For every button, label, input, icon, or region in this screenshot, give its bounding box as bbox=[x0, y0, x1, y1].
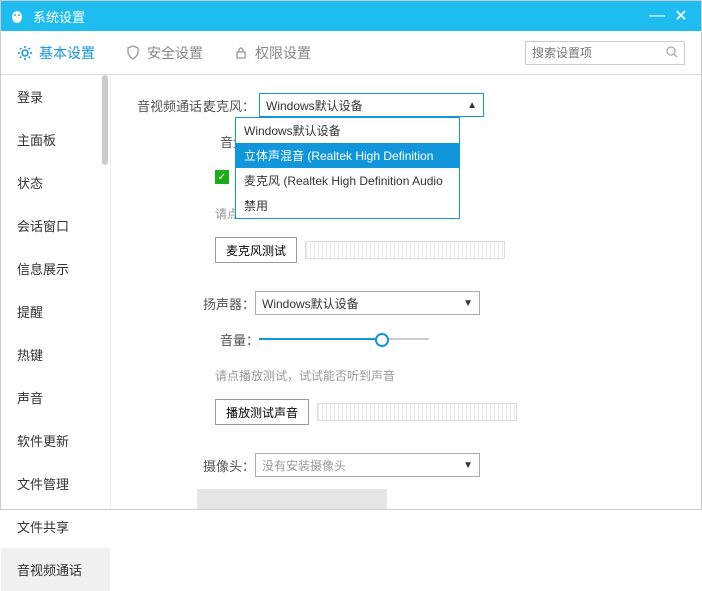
chevron-up-icon: ▲ bbox=[467, 100, 477, 111]
sidebar-item-chatwindow[interactable]: 会话窗口 bbox=[1, 204, 110, 247]
close-button[interactable]: ✕ bbox=[669, 6, 693, 26]
volume-label: 音量： bbox=[215, 330, 259, 349]
camera-dropdown[interactable]: 没有安装摄像头 ▼ bbox=[255, 453, 480, 477]
speaker-volume-slider[interactable] bbox=[259, 331, 429, 347]
title-bar: 系统设置 — ✕ bbox=[1, 1, 701, 31]
speaker-level-meter bbox=[317, 403, 517, 421]
mic-test-button[interactable]: 麦克风测试 bbox=[215, 237, 297, 263]
sidebar-scrollbar[interactable] bbox=[102, 75, 108, 165]
search-input[interactable] bbox=[525, 41, 685, 65]
mic-option[interactable]: 麦克风 (Realtek High Definition Audio bbox=[236, 168, 459, 193]
tab-label: 基本设置 bbox=[39, 43, 95, 63]
window-title: 系统设置 bbox=[33, 7, 645, 26]
app-icon bbox=[9, 8, 25, 24]
search-wrap bbox=[525, 41, 685, 65]
speaker-label: 扬声器： bbox=[195, 294, 255, 313]
search-icon[interactable] bbox=[665, 45, 679, 62]
tab-label: 权限设置 bbox=[255, 43, 311, 63]
minimize-button[interactable]: — bbox=[645, 7, 669, 25]
check-icon: ✓ bbox=[215, 170, 229, 184]
tab-label: 安全设置 bbox=[147, 43, 203, 63]
sidebar-item-status[interactable]: 状态 bbox=[1, 161, 110, 204]
mic-dropdown[interactable]: Windows默认设备 ▲ bbox=[259, 93, 484, 117]
mic-level-meter bbox=[305, 241, 505, 259]
camera-label: 摄像头： bbox=[195, 456, 255, 475]
sidebar-item-update[interactable]: 软件更新 bbox=[1, 419, 110, 462]
mic-dropdown-list: Windows默认设备 立体声混音 (Realtek High Definiti… bbox=[235, 117, 460, 219]
sidebar-item-infodisplay[interactable]: 信息展示 bbox=[1, 247, 110, 290]
tab-privilege[interactable]: 权限设置 bbox=[233, 43, 311, 63]
tab-basic[interactable]: 基本设置 bbox=[17, 43, 95, 63]
sidebar-item-fileshare[interactable]: 文件共享 bbox=[1, 505, 110, 548]
mic-value: Windows默认设备 bbox=[266, 97, 467, 114]
sidebar-item-hotkey[interactable]: 热键 bbox=[1, 333, 110, 376]
tab-security[interactable]: 安全设置 bbox=[125, 43, 203, 63]
mic-option[interactable]: 立体声混音 (Realtek High Definition bbox=[236, 143, 459, 168]
mic-option[interactable]: 禁用 bbox=[236, 193, 459, 218]
sidebar-item-sound[interactable]: 声音 bbox=[1, 376, 110, 419]
mic-option[interactable]: Windows默认设备 bbox=[236, 118, 459, 143]
sidebar-item-mainpanel[interactable]: 主面板 bbox=[1, 118, 110, 161]
sidebar-item-reminder[interactable]: 提醒 bbox=[1, 290, 110, 333]
camera-preview bbox=[197, 489, 387, 509]
sidebar-item-filemanage[interactable]: 文件管理 bbox=[1, 462, 110, 505]
speaker-value: Windows默认设备 bbox=[262, 295, 463, 312]
mic-label: 麦克风： bbox=[203, 96, 259, 115]
lock-icon bbox=[233, 45, 249, 61]
speaker-dropdown[interactable]: Windows默认设备 ▼ bbox=[255, 291, 480, 315]
shield-icon bbox=[125, 45, 141, 61]
sidebar: 登录 主面板 状态 会话窗口 信息展示 提醒 热键 声音 软件更新 文件管理 文… bbox=[1, 75, 111, 509]
slider-thumb[interactable] bbox=[375, 333, 389, 347]
speaker-test-button[interactable]: 播放测试声音 bbox=[215, 399, 309, 425]
speaker-hint: 请点播放测试，试试能否听到声音 bbox=[215, 367, 395, 384]
settings-panel: 音视频通话： 麦克风： Windows默认设备 ▲ Windows默认设备 立体… bbox=[111, 75, 701, 509]
sidebar-item-login[interactable]: 登录 bbox=[1, 75, 110, 118]
gear-icon bbox=[17, 45, 33, 61]
camera-value: 没有安装摄像头 bbox=[262, 457, 463, 474]
chevron-down-icon: ▼ bbox=[463, 298, 473, 309]
tab-bar: 基本设置 安全设置 权限设置 bbox=[1, 31, 701, 75]
chevron-down-icon: ▼ bbox=[463, 460, 473, 471]
sidebar-item-avcall[interactable]: 音视频通话 bbox=[1, 548, 110, 591]
